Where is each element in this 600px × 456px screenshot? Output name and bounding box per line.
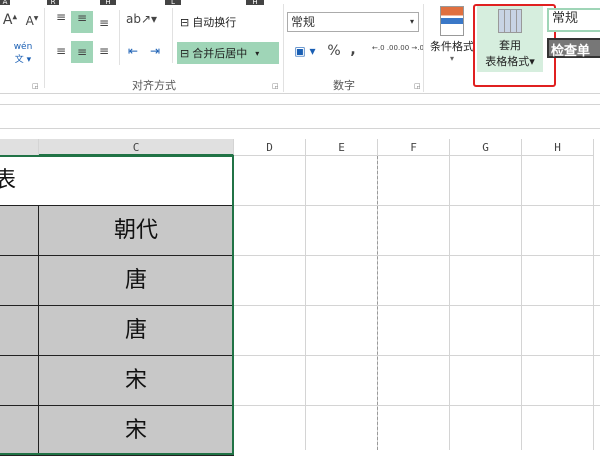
divider: [423, 4, 424, 92]
increase-decimal-button[interactable]: ←.0 .00: [372, 44, 398, 52]
keytip: A: [0, 0, 10, 5]
group-label-alignment: 对齐方式: [132, 79, 176, 92]
column-header-b[interactable]: [0, 139, 39, 156]
chevron-down-icon: ▾: [409, 17, 414, 26]
keytip: L: [165, 0, 181, 5]
comma-button[interactable]: ,: [346, 42, 360, 58]
conditional-format-button[interactable]: 条件格式 ▾: [428, 4, 476, 74]
formula-bar[interactable]: [0, 104, 600, 129]
merge-center-label: 合并后居中: [192, 47, 248, 60]
style-check-label: 检查单: [551, 44, 591, 59]
merge-center-button[interactable]: ⊟ 合并后居中 ▾: [177, 42, 279, 64]
ribbon: A R H L H A▲ A▼ wén 文 ▾ ≡ ≡ ≡ ≡ ≡ ≡ ab↗▾ …: [0, 0, 600, 94]
percent-button[interactable]: %: [324, 43, 344, 59]
selection-border: [0, 155, 234, 455]
increase-font-icon[interactable]: A▲: [0, 12, 20, 28]
conditional-format-label: 条件格式: [430, 40, 474, 53]
chevron-down-icon[interactable]: ▾: [255, 49, 259, 58]
style-check-cell[interactable]: 检查单: [547, 38, 600, 59]
align-middle-icon[interactable]: ≡: [71, 11, 93, 33]
column-header-c[interactable]: C: [39, 139, 234, 156]
highlight-callout: [473, 4, 556, 87]
wrap-text-label: 自动换行: [192, 16, 237, 29]
align-left-icon[interactable]: ≡: [52, 44, 70, 58]
divider: [44, 8, 45, 88]
decrease-decimal-button[interactable]: .00 →.0: [398, 44, 424, 52]
divider: [283, 4, 284, 92]
keytip: H: [100, 0, 116, 5]
accounting-format-icon[interactable]: ▣ ▾: [289, 44, 321, 58]
style-normal[interactable]: 常规: [547, 8, 600, 32]
decrease-indent-icon[interactable]: ⇤: [124, 44, 142, 58]
group-label-number: 数字: [333, 79, 355, 92]
align-top-icon[interactable]: ≡: [52, 10, 70, 24]
page-break-line: [377, 156, 378, 450]
dialog-launcher-icon[interactable]: ◲: [414, 82, 421, 90]
dialog-launcher-icon[interactable]: ◲: [272, 82, 279, 90]
column-header-h[interactable]: H: [522, 139, 594, 156]
decrease-font-icon[interactable]: A▼: [24, 14, 40, 28]
wrap-text-button[interactable]: ⊟ 自动换行: [180, 13, 236, 31]
style-normal-label: 常规: [552, 11, 579, 26]
column-header-d[interactable]: D: [234, 139, 306, 156]
keytip: R: [47, 0, 59, 5]
orientation-icon[interactable]: ab↗▾: [126, 12, 157, 26]
divider: [119, 10, 120, 65]
align-bottom-icon[interactable]: ≡: [95, 16, 113, 30]
column-header-g[interactable]: G: [450, 139, 522, 156]
conditional-format-icon: [440, 6, 464, 36]
phonetic-icon[interactable]: wén 文 ▾: [8, 42, 38, 65]
align-center-icon[interactable]: ≡: [71, 41, 93, 63]
column-header-f[interactable]: F: [378, 139, 450, 156]
column-header-e[interactable]: E: [306, 139, 378, 156]
keytip: H: [246, 0, 264, 5]
wrap-text-icon: ⊟: [180, 15, 190, 29]
empty-grid[interactable]: [234, 156, 600, 450]
number-format-value: 常规: [291, 15, 316, 29]
number-format-select[interactable]: 常规 ▾: [287, 12, 419, 32]
increase-indent-icon[interactable]: ⇥: [146, 44, 164, 58]
align-right-icon[interactable]: ≡: [95, 44, 113, 58]
merge-icon: ⊟: [180, 46, 190, 60]
divider: [172, 8, 173, 63]
dialog-launcher-icon[interactable]: ◲: [32, 82, 39, 90]
